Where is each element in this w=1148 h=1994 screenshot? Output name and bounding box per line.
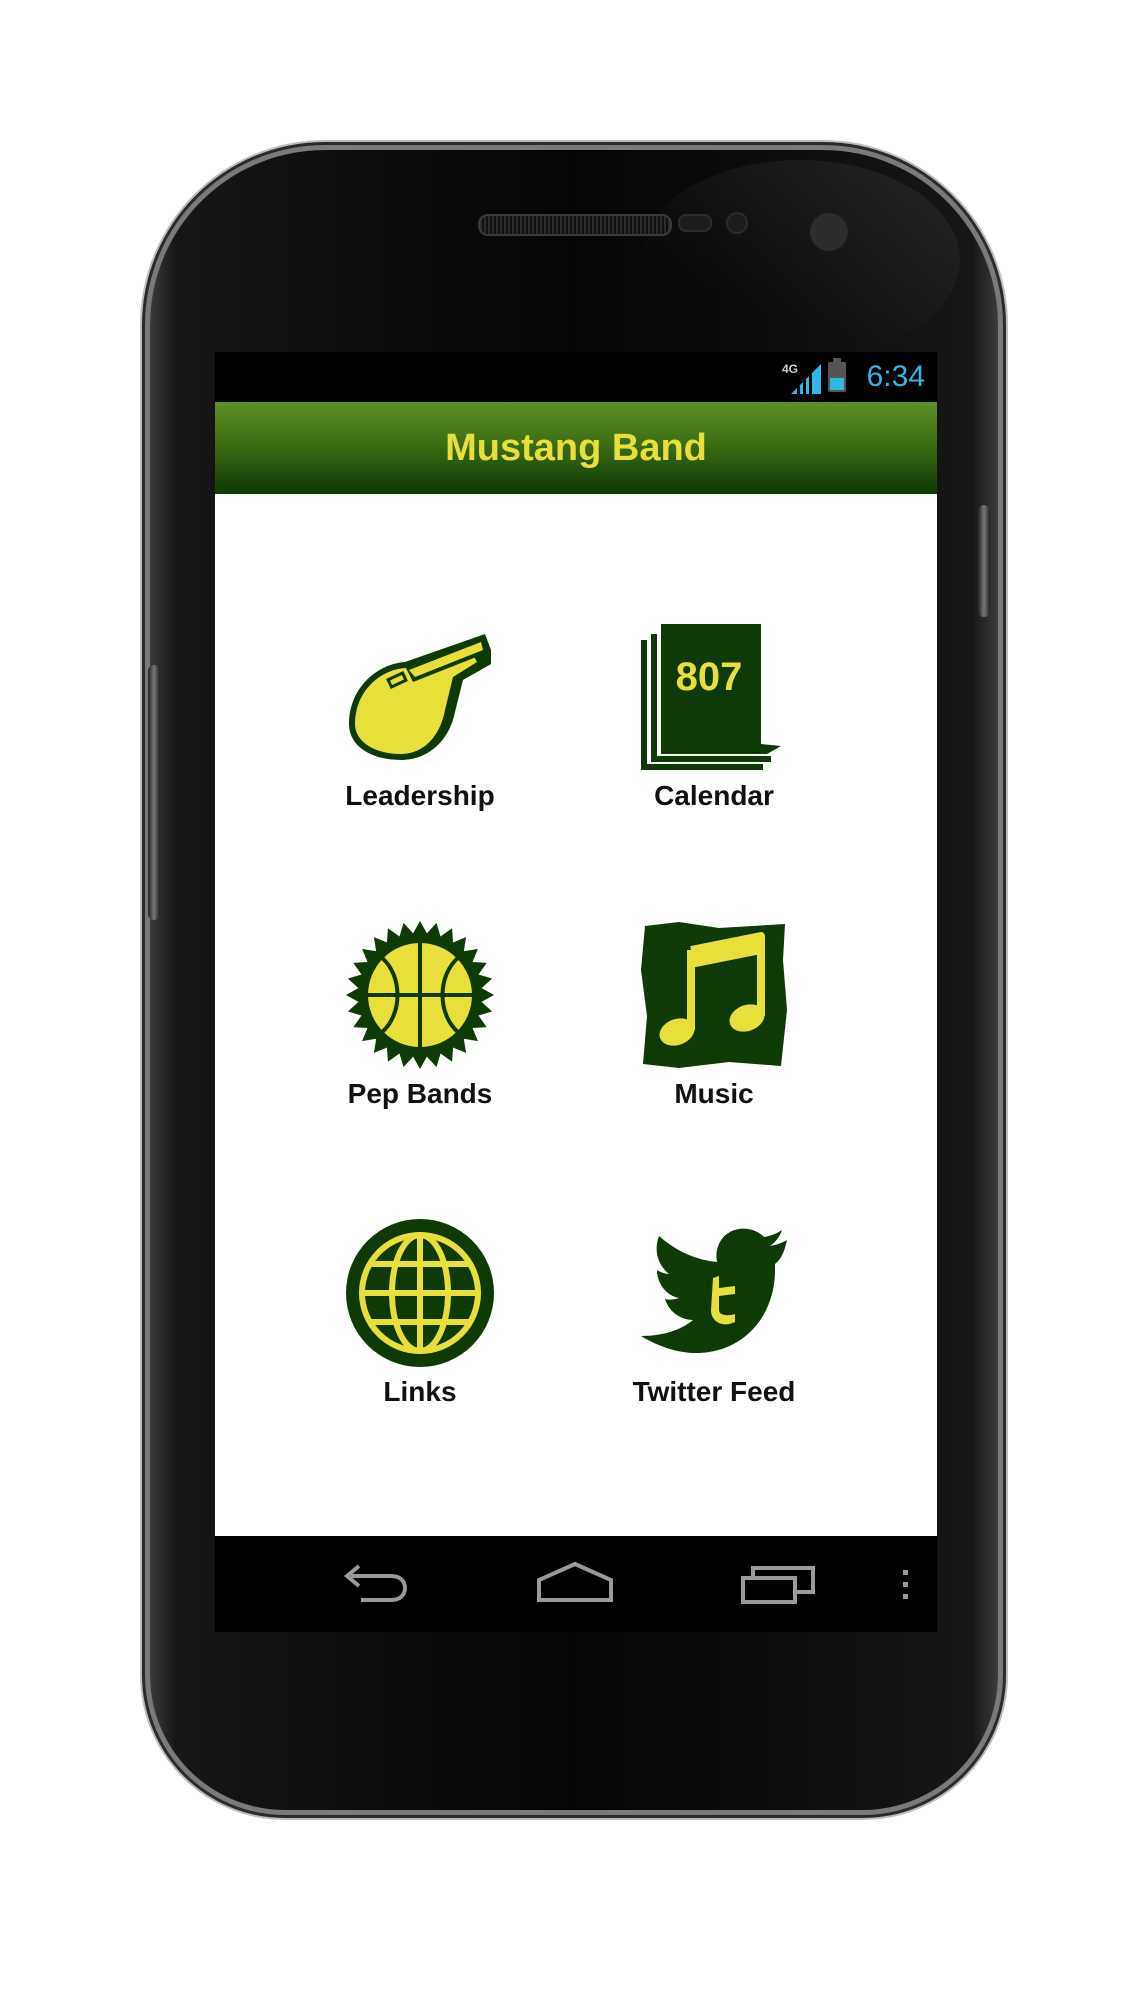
home-icon (537, 1561, 613, 1602)
action-bar: Mustang Band (215, 402, 937, 494)
clock: 6:34 (866, 360, 925, 393)
overflow-menu-button[interactable] (891, 1556, 921, 1612)
overflow-menu-icon (903, 1570, 908, 1599)
app-title: Mustang Band (445, 427, 707, 469)
phone-screen: 4G 6:34 Mustang Band Leadership 807 Cale… (215, 352, 937, 1632)
light-sensor (726, 212, 748, 234)
menu-item-leadership[interactable]: Leadership (295, 622, 525, 842)
battery-icon (828, 358, 846, 392)
power-button (978, 505, 990, 617)
menu-item-pep-bands[interactable]: Pep Bands (295, 920, 525, 1140)
back-button[interactable] (333, 1556, 413, 1612)
basketball-icon (346, 921, 494, 1069)
music-note-icon (641, 922, 787, 1068)
menu-item-label: Calendar (654, 780, 774, 811)
status-bar: 4G 6:34 (215, 352, 937, 402)
menu-item-label: Links (383, 1376, 457, 1407)
menu-item-music[interactable]: Music (589, 920, 819, 1140)
calendar-icon-number: 807 (676, 655, 743, 699)
recent-apps-button[interactable] (739, 1556, 819, 1612)
menu-item-label: Pep Bands (347, 1078, 493, 1109)
menu-item-label: Twitter Feed (632, 1376, 796, 1407)
system-navigation-bar (215, 1536, 937, 1632)
menu-item-label: Music (674, 1078, 754, 1109)
main-menu-grid: Leadership 807 Calendar Pep Bands Music … (215, 494, 937, 1536)
volume-rocker (148, 665, 160, 920)
menu-item-links[interactable]: Links (295, 1218, 525, 1438)
whistle-icon (349, 634, 491, 760)
back-icon (343, 1564, 408, 1602)
signal-strength-icon (791, 364, 821, 394)
globe-icon (346, 1219, 494, 1367)
calendar-icon: 807 (641, 624, 781, 770)
menu-item-twitter-feed[interactable]: Twitter Feed (589, 1218, 819, 1438)
menu-item-label: Leadership (345, 780, 495, 811)
recent-apps-icon (741, 1566, 815, 1604)
menu-item-calendar[interactable]: 807 Calendar (589, 622, 819, 842)
front-camera (810, 213, 848, 251)
twitter-bird-icon (641, 1228, 787, 1354)
earpiece-speaker (478, 214, 672, 236)
proximity-sensor (678, 214, 712, 232)
home-button[interactable] (535, 1556, 615, 1612)
